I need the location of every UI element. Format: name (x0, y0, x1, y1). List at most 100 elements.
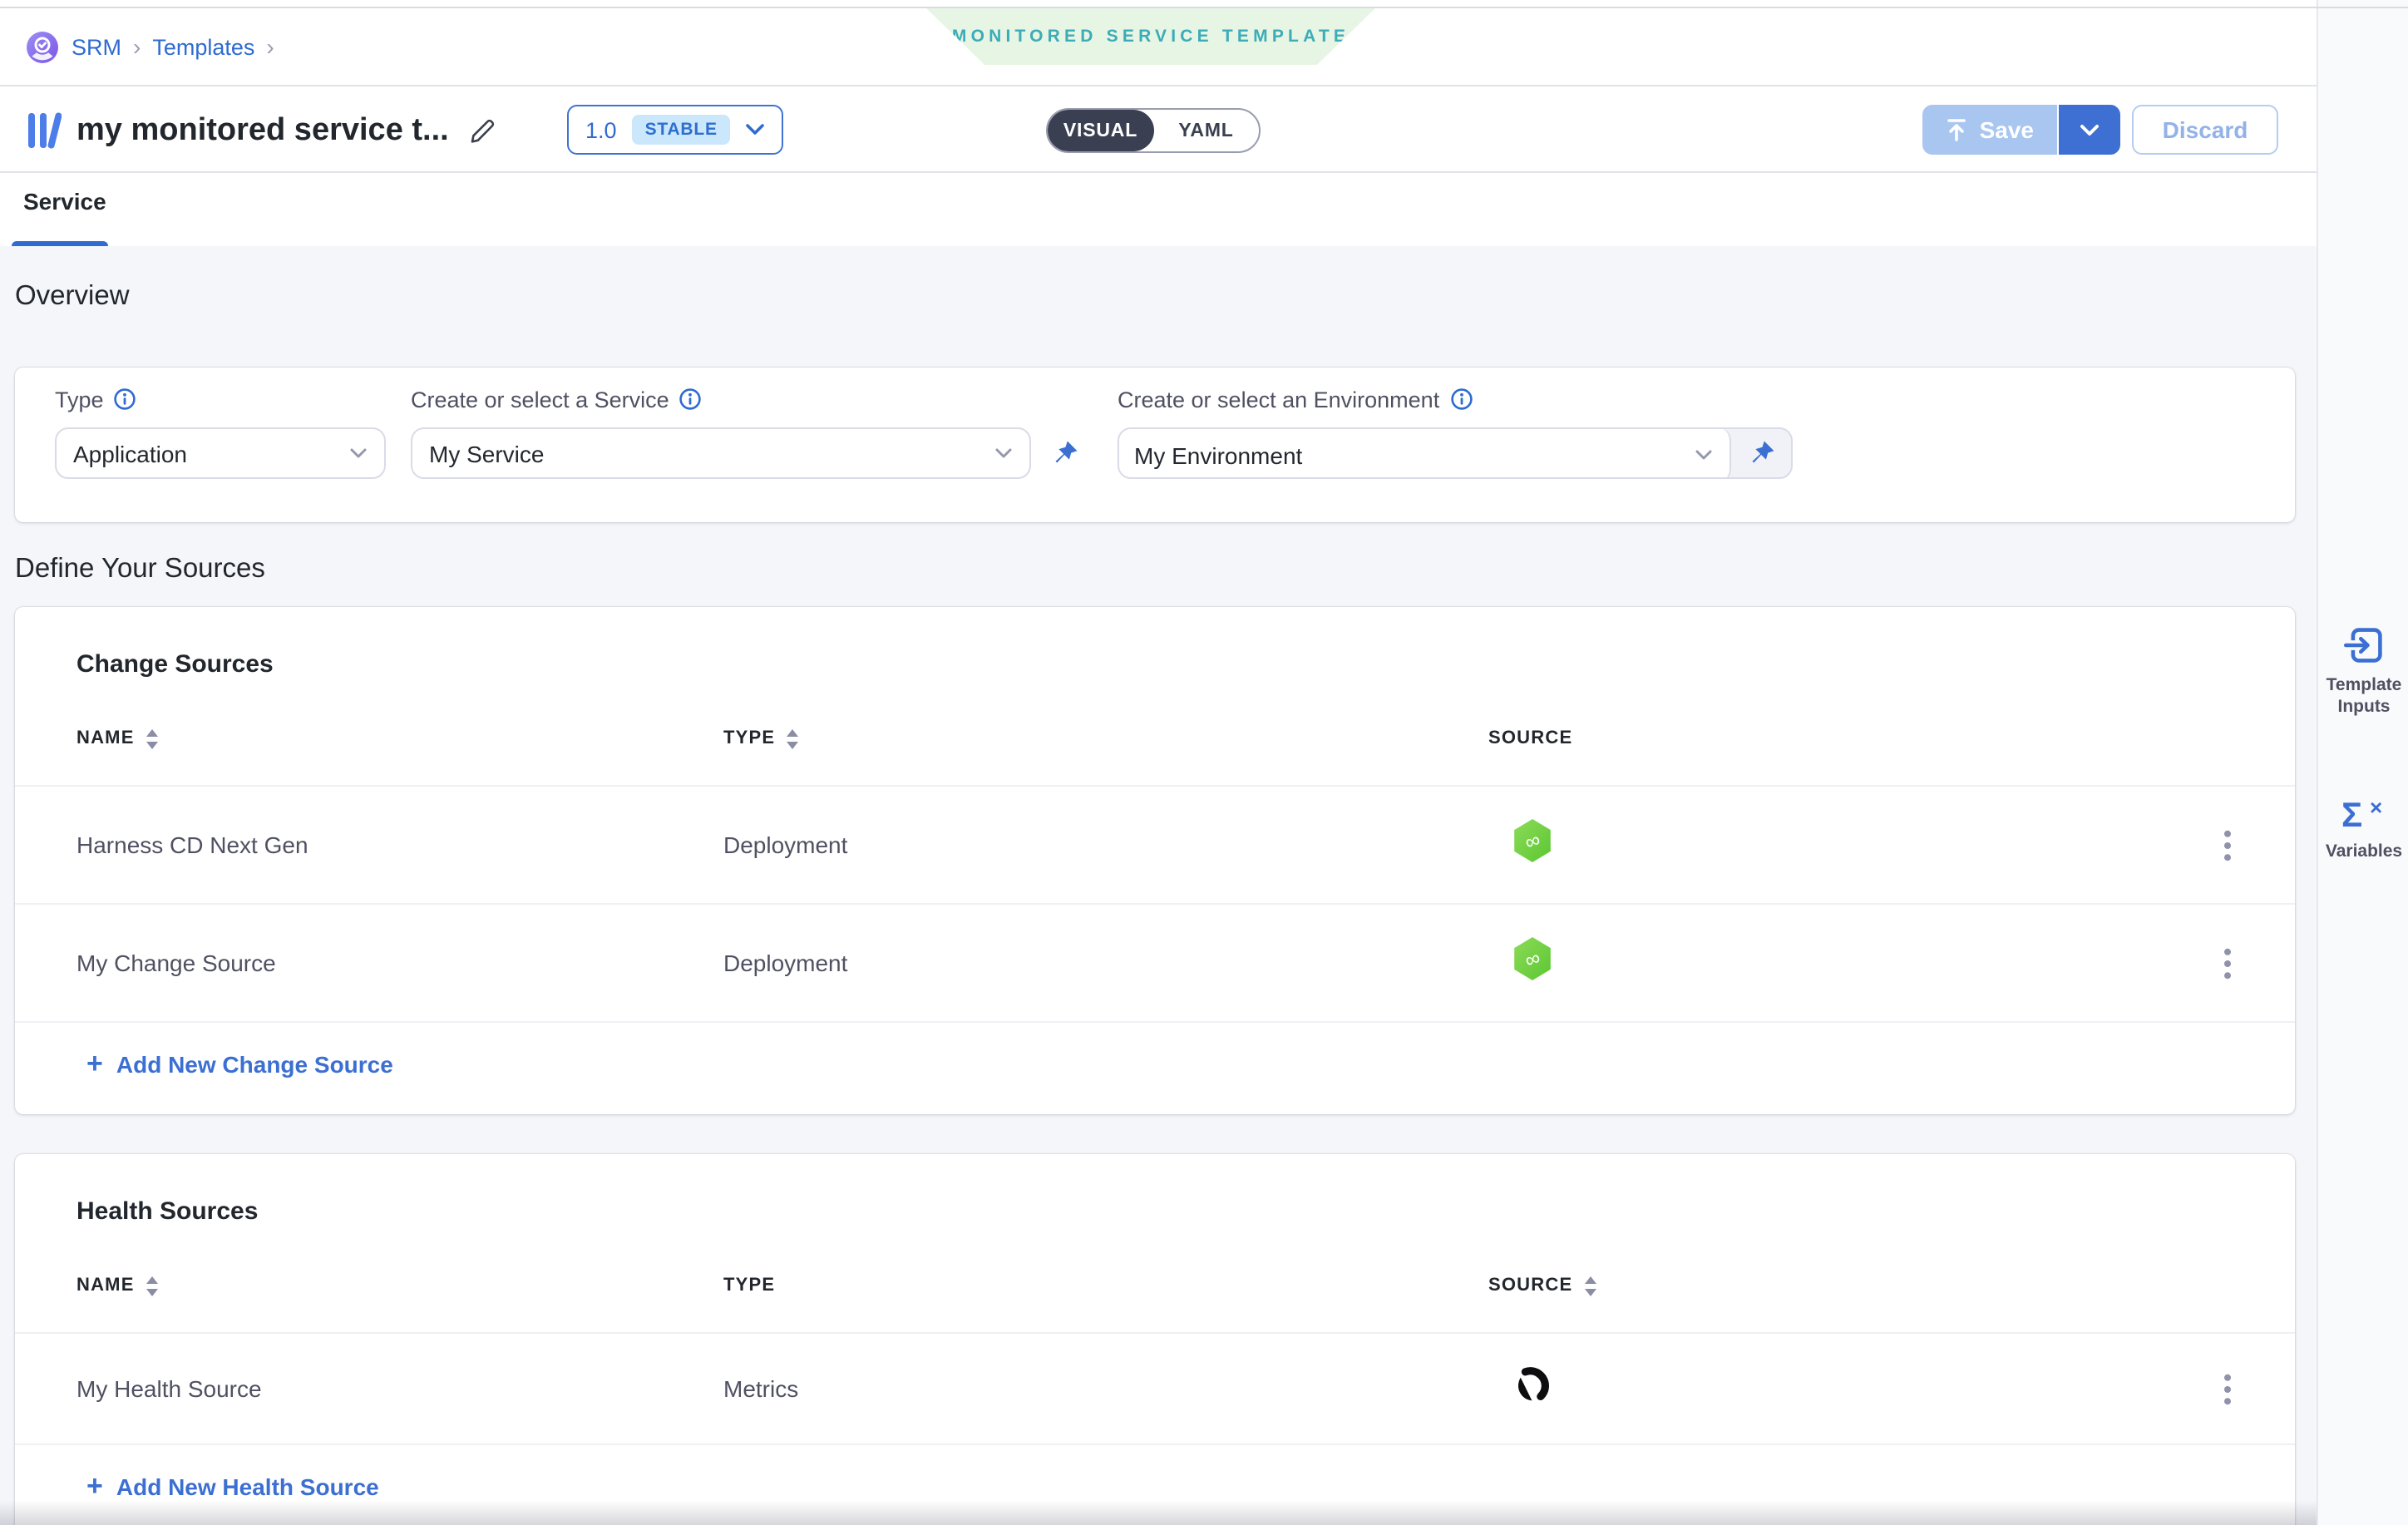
health-source-name: My Health Source (76, 1375, 723, 1402)
add-change-source-row: + Add New Change Source (15, 1021, 2295, 1081)
overview-heading: Overview (15, 246, 2317, 316)
environment-select-group: My Environment (1118, 427, 1793, 479)
breadcrumb-srm-link[interactable]: SRM (72, 34, 121, 59)
sort-icon (1582, 1275, 1597, 1296)
breadcrumb-separator: › (133, 33, 141, 60)
change-source-name: Harness CD Next Gen (76, 832, 723, 858)
kebab-menu-icon[interactable] (2208, 1364, 2245, 1414)
column-header-name[interactable]: NAME (76, 1275, 723, 1296)
service-select[interactable]: My Service (411, 427, 1031, 479)
save-button-label: Save (1980, 116, 2034, 143)
pin-icon (1747, 439, 1775, 467)
visual-yaml-toggle: VISUAL YAML (1046, 108, 1261, 153)
breadcrumb-separator: › (266, 33, 274, 60)
change-sources-header-row: NAME TYPE SOURCE (15, 722, 2295, 755)
column-header-type-label: TYPE (723, 1276, 775, 1296)
column-header-source: SOURCE (1488, 728, 2208, 748)
change-sources-title: Change Sources (15, 607, 2295, 679)
toggle-visual[interactable]: VISUAL (1048, 110, 1153, 151)
version-number: 1.0 (585, 117, 617, 142)
info-icon[interactable] (679, 387, 703, 411)
type-select[interactable]: Application (55, 427, 386, 479)
type-label: Type (55, 387, 104, 412)
change-source-row[interactable]: My Change Source Deployment ∞ (15, 903, 2295, 1021)
pin-environment-button[interactable] (1731, 429, 1791, 477)
column-header-type[interactable]: TYPE (723, 728, 1488, 749)
type-field: Type Application (55, 384, 386, 479)
main-content: Overview Type Application C (0, 246, 2317, 1525)
chevron-down-icon (994, 447, 1013, 459)
harness-cd-icon: ∞ (1488, 936, 2208, 990)
monitored-service-template-editor: SRM › Templates › MONITORED SERVICE TEMP… (0, 0, 2408, 1525)
breadcrumb-templates-link[interactable]: Templates (152, 34, 254, 59)
kebab-menu-icon[interactable] (2208, 820, 2245, 870)
environment-field: Create or select an Environment My Envir… (1118, 384, 1793, 479)
discard-button[interactable]: Discard (2132, 105, 2278, 155)
template-type-badge: MONITORED SERVICE TEMPLATE (926, 8, 1375, 65)
right-rail: Template Inputs Σ × Variables (2317, 0, 2408, 1525)
version-stability-badge: STABLE (632, 115, 731, 145)
environment-select[interactable]: My Environment (1118, 427, 1731, 479)
title-bar: my monitored service t... 1.0 STABLE VIS… (0, 88, 2317, 173)
add-new-health-source-button[interactable]: + Add New Health Source (76, 1472, 389, 1502)
column-header-type-label: TYPE (723, 728, 775, 748)
add-new-health-source-label: Add New Health Source (116, 1473, 379, 1500)
template-inputs-icon (2342, 624, 2386, 667)
template-library-icon (27, 111, 62, 150)
info-icon[interactable] (114, 387, 137, 411)
chevron-down-icon (746, 123, 766, 136)
define-sources-heading: Define Your Sources (15, 549, 2317, 589)
change-source-name: My Change Source (76, 950, 723, 976)
column-header-source-label: SOURCE (1488, 1276, 1572, 1296)
service-select-value: My Service (429, 440, 994, 466)
template-type-badge-label: MONITORED SERVICE TEMPLATE (952, 27, 1350, 47)
variables-button[interactable]: Σ × Variables (2318, 793, 2408, 863)
variables-label: Variables (2321, 841, 2407, 863)
toggle-yaml[interactable]: YAML (1153, 110, 1259, 151)
health-sources-header-row: NAME TYPE SOURCE (15, 1269, 2295, 1302)
sort-icon (145, 728, 160, 749)
chevron-down-icon (2079, 122, 2100, 137)
change-sources-card: Change Sources NAME TYPE SOURCE (15, 607, 2295, 1114)
column-header-name-label: NAME (76, 728, 135, 748)
service-field: Create or select a Service My Service (411, 384, 1088, 479)
column-header-source-label: SOURCE (1488, 728, 1572, 748)
info-icon[interactable] (1449, 387, 1473, 411)
srm-logo-icon (27, 31, 58, 62)
plus-icon: + (86, 1053, 103, 1076)
variables-icon: Σ × (2337, 793, 2391, 833)
health-source-type: Metrics (723, 1375, 1488, 1402)
service-label: Create or select a Service (411, 387, 669, 412)
column-header-name[interactable]: NAME (76, 728, 723, 749)
health-source-row[interactable]: My Health Source Metrics (15, 1332, 2295, 1444)
template-inputs-button[interactable]: Template Inputs (2318, 624, 2408, 718)
pin-service-button[interactable] (1041, 427, 1088, 479)
chevron-down-icon (349, 447, 368, 459)
sort-icon (785, 728, 800, 749)
upload-icon (1947, 118, 1968, 141)
save-options-button[interactable] (2059, 105, 2120, 155)
environment-select-value: My Environment (1134, 442, 1695, 468)
environment-label: Create or select an Environment (1118, 387, 1439, 412)
add-new-change-source-label: Add New Change Source (116, 1051, 393, 1078)
tab-service[interactable]: Service (23, 188, 106, 215)
save-split-button: Save (1923, 105, 2120, 155)
change-source-type: Deployment (723, 950, 1488, 976)
health-sources-card: Health Sources NAME TYPE SOURCE (15, 1154, 2295, 1525)
svg-text:×: × (2369, 795, 2381, 820)
column-header-source[interactable]: SOURCE (1488, 1275, 2208, 1296)
kebab-menu-icon[interactable] (2208, 938, 2245, 988)
change-source-row[interactable]: Harness CD Next Gen Deployment ∞ (15, 785, 2295, 903)
harness-cd-icon: ∞ (1488, 818, 2208, 871)
add-health-source-row: + Add New Health Source (15, 1444, 2295, 1503)
edit-pencil-icon (467, 116, 497, 146)
version-selector[interactable]: 1.0 STABLE (567, 105, 784, 155)
edit-title-button[interactable] (464, 112, 501, 149)
chevron-down-icon (1695, 449, 1713, 461)
change-source-type: Deployment (723, 832, 1488, 858)
save-button[interactable]: Save (1923, 105, 2059, 155)
add-new-change-source-button[interactable]: + Add New Change Source (76, 1049, 403, 1079)
template-inputs-label: Template Inputs (2321, 675, 2407, 718)
health-sources-title: Health Sources (15, 1154, 2295, 1226)
health-source-icon (1488, 1365, 2208, 1413)
